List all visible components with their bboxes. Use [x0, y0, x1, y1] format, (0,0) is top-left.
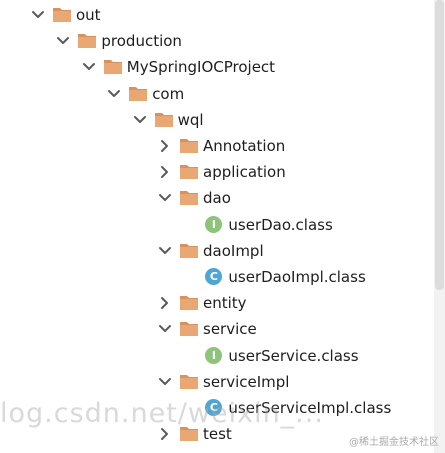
- folder-icon: [180, 139, 198, 153]
- tree-item-label: MySpringIOCProject: [126, 58, 276, 77]
- tree-item-wql[interactable]: wql: [0, 107, 434, 133]
- chevron-down-icon[interactable]: [155, 241, 175, 261]
- tree-item-userserviceimpl-class[interactable]: CuserServiceImpl.class: [0, 395, 434, 421]
- folder-icon: [154, 112, 173, 127]
- chevron-down-icon[interactable]: [28, 5, 48, 25]
- chevron-right-icon[interactable]: [155, 424, 175, 444]
- tree-item-label: wql: [177, 110, 204, 129]
- tree-item-production[interactable]: production: [0, 28, 434, 54]
- tree-item-label: production: [101, 32, 182, 51]
- folder-icon: [78, 34, 97, 49]
- tree-item-label: userDaoImpl.class: [228, 268, 366, 286]
- chevron-right-icon[interactable]: [155, 162, 175, 182]
- tree-item-label: application: [203, 163, 286, 182]
- interface-icon: I: [205, 215, 223, 233]
- tree-item-userservice-class[interactable]: IuserService.class: [0, 343, 434, 369]
- tree-item-label: userService.class: [228, 346, 359, 365]
- tree-item-application[interactable]: application: [0, 159, 434, 185]
- scrollbar[interactable]: [434, 0, 445, 453]
- tree-item-label: entity: [203, 294, 247, 313]
- tree-item-label: com: [152, 84, 185, 103]
- class-icon: C: [205, 399, 223, 416]
- tree-item-label: service: [203, 320, 257, 339]
- folder-icon: [180, 374, 198, 389]
- tree-item-dao[interactable]: dao: [0, 185, 434, 211]
- chevron-right-icon[interactable]: [155, 293, 175, 313]
- tree-item-label: daoImpl: [203, 241, 264, 260]
- credit-watermark: @稀土掘金技术社区: [349, 437, 439, 448]
- tree-item-service[interactable]: service: [0, 316, 434, 342]
- tree-item-label: dao: [203, 189, 231, 208]
- tree-item-label: userDao.class: [228, 215, 333, 234]
- project-tree: out production MySpringIOCProject com wql Ann…: [0, 0, 445, 453]
- class-icon: C: [205, 268, 223, 285]
- folder-icon: [103, 60, 122, 75]
- tree-item-userdao-class[interactable]: IuserDao.class: [0, 212, 434, 238]
- folder-icon: [129, 86, 148, 101]
- folder-icon: [180, 191, 198, 206]
- tree-item-daoimpl[interactable]: daoImpl: [0, 238, 434, 264]
- tree-item-myspringiocproject[interactable]: MySpringIOCProject: [0, 54, 434, 80]
- chevron-down-icon[interactable]: [53, 31, 73, 51]
- folder-icon: [180, 296, 198, 311]
- tree-item-com[interactable]: com: [0, 81, 434, 107]
- chevron-down-icon[interactable]: [155, 319, 175, 339]
- chevron-down-icon[interactable]: [79, 57, 99, 77]
- folder-icon: [180, 322, 198, 337]
- folder-icon: [180, 165, 198, 180]
- tree-item-userdaoimpl-class[interactable]: CuserDaoImpl.class: [0, 264, 434, 290]
- chevron-down-icon[interactable]: [104, 84, 124, 104]
- chevron-down-icon[interactable]: [130, 110, 150, 130]
- folder-icon: [180, 427, 198, 442]
- chevron-down-icon[interactable]: [155, 188, 175, 208]
- chevron-down-icon[interactable]: [155, 372, 175, 392]
- chevron-right-icon[interactable]: [155, 136, 175, 156]
- tree-item-label: Annotation: [203, 137, 286, 155]
- tree-item-label: serviceImpl: [203, 372, 290, 391]
- tree-item-entity[interactable]: entity: [0, 290, 434, 316]
- tree-item-annotation[interactable]: Annotation: [0, 133, 434, 159]
- interface-icon: I: [205, 346, 223, 364]
- tree-item-label: out: [76, 6, 101, 24]
- scrollbar-thumb[interactable]: [435, 0, 444, 290]
- tree-item-label: test: [203, 425, 232, 444]
- tree-item-out[interactable]: out: [0, 2, 434, 28]
- tree-item-serviceimpl[interactable]: serviceImpl: [0, 369, 434, 395]
- tree-item-label: userServiceImpl.class: [228, 399, 392, 417]
- folder-icon: [180, 243, 198, 258]
- folder-icon: [53, 8, 71, 22]
